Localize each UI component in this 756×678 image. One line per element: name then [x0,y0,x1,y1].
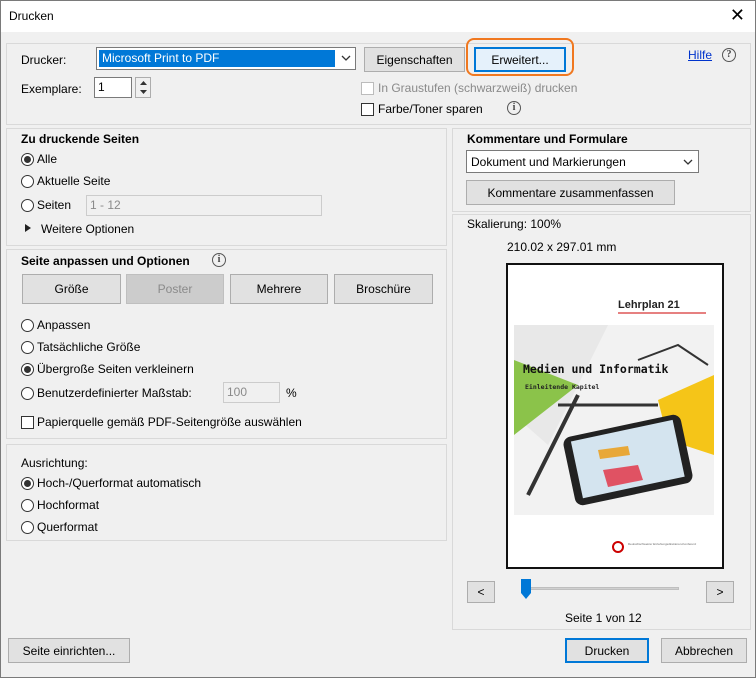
close-icon[interactable]: ✕ [730,5,745,25]
prev-page-button[interactable]: < [467,581,495,603]
summarize-comments-button[interactable]: Kommentare zusammenfassen [466,180,675,205]
shrink-radio[interactable] [21,363,34,376]
advanced-button[interactable]: Erweitert... [474,47,566,72]
page-indicator: Seite 1 von 12 [565,611,642,625]
orientation-heading: Ausrichtung: [21,456,88,470]
scale-label: Skalierung: 100% [467,217,562,231]
comments-select[interactable]: Dokument und Markierungen [466,150,699,173]
up-arrow-icon[interactable] [140,81,147,86]
page-slider-track[interactable] [521,587,679,590]
printer-select[interactable]: Microsoft Print to PDF [96,47,356,70]
landscape-radio[interactable] [21,521,34,534]
properties-button[interactable]: Eigenschaften [364,47,465,72]
sizing-info-icon[interactable]: i [212,253,226,267]
info-icon[interactable]: i [507,101,521,115]
pages-range-radio[interactable] [21,199,34,212]
help-icon[interactable]: ? [722,48,736,62]
fit-label: Anpassen [37,318,91,332]
portrait-label: Hochformat [37,498,100,512]
window-title: Drucken [9,9,54,23]
paper-source-label: Papierquelle gemäß PDF-Seitengröße auswä… [37,415,302,429]
page-dimensions: 210.02 x 297.01 mm [507,240,617,254]
save-ink-label: Farbe/Toner sparen [378,102,483,116]
copies-input[interactable]: 1 [94,77,132,98]
custom-scale-label: Benutzerdefinierter Maßstab: [37,386,192,400]
size-button[interactable]: Größe [22,274,121,304]
cancel-button[interactable]: Abbrechen [661,638,747,663]
doc-title: Medien und Informatik [523,362,668,376]
paper-source-checkbox[interactable] [21,416,34,429]
custom-scale-input[interactable]: 100 [223,382,280,403]
copies-label: Exemplare: [21,82,82,96]
booklet-button[interactable]: Broschüre [334,274,433,304]
down-arrow-icon[interactable] [140,90,147,95]
doc-subtitle: Einleitende Kapitel [525,383,599,391]
page-setup-button[interactable]: Seite einrichten... [8,638,130,663]
multiple-button[interactable]: Mehrere [230,274,328,304]
expand-arrow-icon[interactable] [25,224,31,232]
document-thumbnail: Lehrplan 21 Medien und Informatik Einlei… [508,265,722,567]
shrink-label: Übergroße Seiten verkleinern [37,362,194,376]
print-button[interactable]: Drucken [565,638,649,663]
pages-all-radio[interactable] [21,153,34,166]
copies-stepper[interactable] [135,77,151,98]
custom-scale-radio[interactable] [21,387,34,400]
title-bar: Drucken ✕ [1,1,755,32]
pages-current-label: Aktuelle Seite [37,174,111,188]
comments-selected-value: Dokument und Markierungen [471,155,626,169]
pages-range-input[interactable]: 1 - 12 [86,195,322,216]
pages-range-label: Seiten [37,198,72,212]
printer-label: Drucker: [21,53,67,67]
save-ink-checkbox[interactable] [361,103,374,116]
portrait-radio[interactable] [21,499,34,512]
help-link[interactable]: Hilfe [688,48,712,62]
chevron-down-icon [683,159,693,165]
pages-all-label: Alle [37,152,58,166]
pages-heading: Zu druckende Seiten [21,132,140,146]
print-dialog: Drucken ✕ Drucker: Microsoft Print to PD… [0,0,756,678]
chevron-down-icon [341,55,351,61]
more-options-link[interactable]: Weitere Optionen [41,222,134,236]
comments-heading: Kommentare und Formulare [467,132,628,146]
grayscale-label: In Graustufen (schwarzweiß) drucken [378,81,578,95]
doc-publisher: Deutschschweizer Erziehungsdirektoren-Ko… [628,542,697,546]
percent-label: % [286,386,297,400]
doc-logo: Lehrplan 21 [618,299,680,311]
poster-button[interactable]: Poster [126,274,224,304]
next-page-button[interactable]: > [706,581,734,603]
actual-size-label: Tatsächliche Größe [37,340,141,354]
pages-current-radio[interactable] [21,175,34,188]
sizing-heading: Seite anpassen und Optionen [21,254,190,268]
orientation-auto-radio[interactable] [21,477,34,490]
orientation-auto-label: Hoch-/Querformat automatisch [37,476,202,490]
actual-size-radio[interactable] [21,341,34,354]
fit-radio[interactable] [21,319,34,332]
page-preview: Lehrplan 21 Medien und Informatik Einlei… [506,263,724,569]
landscape-label: Querformat [37,520,98,534]
grayscale-checkbox[interactable] [361,82,374,95]
printer-selected-value: Microsoft Print to PDF [99,50,335,67]
